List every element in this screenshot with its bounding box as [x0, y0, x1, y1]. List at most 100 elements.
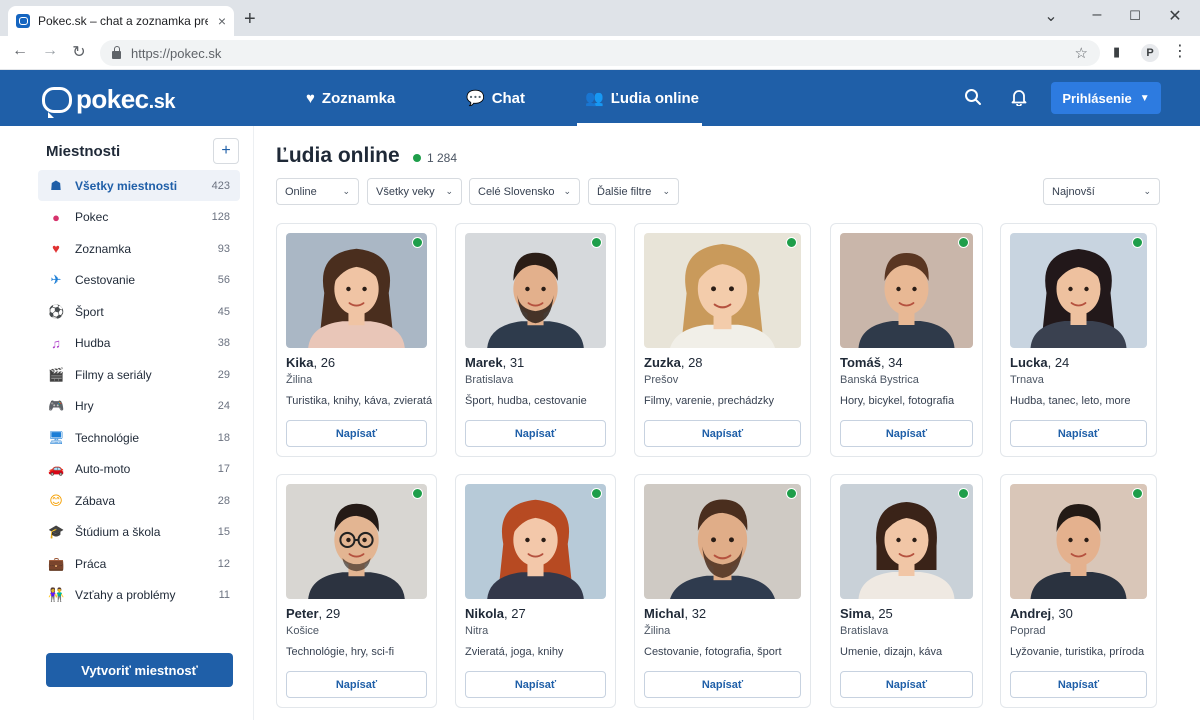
- search-icon[interactable]: [964, 88, 982, 111]
- room-count: 56: [217, 274, 230, 286]
- write-message-button[interactable]: Napísať: [644, 671, 801, 698]
- person-name: Sima: [840, 606, 872, 621]
- reload-icon[interactable]: ↻: [69, 42, 89, 62]
- sidebar-room-item[interactable]: 🎓 Štúdium a škola 15: [38, 517, 240, 548]
- person-age: 29: [325, 606, 341, 621]
- write-message-button[interactable]: Napísať: [465, 420, 606, 447]
- login-button[interactable]: Prihlásenie ▼: [1051, 82, 1161, 114]
- sidebar-room-item[interactable]: 🚗 Auto-moto 17: [38, 454, 240, 485]
- write-message-button[interactable]: Napísať: [286, 671, 427, 698]
- write-message-button[interactable]: Napísať: [1010, 420, 1147, 447]
- person-age: 26: [320, 355, 336, 370]
- profile-photo[interactable]: [644, 233, 801, 348]
- room-count: 128: [211, 211, 230, 223]
- room-label: Štúdium a škola: [75, 525, 161, 539]
- room-label: Šport: [75, 304, 104, 319]
- add-room-button[interactable]: +: [213, 138, 239, 164]
- tab-title: Pokec.sk – chat a zoznamka pre k: [38, 14, 208, 28]
- bell-icon[interactable]: [1010, 88, 1028, 111]
- sidebar-room-item[interactable]: 🎬 Filmy a seriály 29: [38, 359, 240, 390]
- person-interests: Hory, bicykel, fotografia: [840, 395, 955, 407]
- sidebar-room-item[interactable]: 👫 Vzťahy a problémy 11: [38, 580, 240, 611]
- person-card[interactable]: Tomáš, 34 Banská Bystrica Hory, bicykel, f…: [830, 223, 983, 457]
- sort-label: Najnovší: [1052, 185, 1095, 198]
- person-card[interactable]: Kika, 26 Žilina Turistika, knihy, káva, zv…: [276, 223, 437, 457]
- person-name: Andrej: [1010, 606, 1052, 621]
- person-card[interactable]: Nikola, 27 Nitra Zvieratá, joga, knihy Napí…: [455, 474, 616, 708]
- profile-photo[interactable]: [840, 233, 973, 348]
- sidebar-room-item[interactable]: ⚽ Šport 45: [38, 296, 240, 327]
- profile-photo[interactable]: [286, 484, 427, 599]
- online-status-icon: [1132, 237, 1143, 248]
- bookmark-star-icon[interactable]: ☆: [1075, 44, 1088, 62]
- chat-icon: ●: [52, 209, 60, 225]
- write-message-button[interactable]: Napísať: [465, 671, 606, 698]
- profile-photo[interactable]: [1010, 233, 1147, 348]
- forward-arrow-icon[interactable]: →: [40, 42, 60, 60]
- menu-dots-icon[interactable]: ⋮: [1172, 41, 1188, 61]
- tab-search-chevron-icon[interactable]: ⌄: [1041, 6, 1061, 26]
- person-age: 31: [509, 355, 525, 370]
- person-city: Poprad: [1010, 625, 1046, 637]
- sidebar-room-item[interactable]: ♥ Zoznamka 93: [38, 233, 240, 264]
- maximize-icon[interactable]: ☐: [1125, 8, 1145, 24]
- nav-ludia-online[interactable]: 👥 Ľudia online: [585, 70, 699, 126]
- profile-avatar[interactable]: P: [1141, 44, 1159, 62]
- sidebar-room-item[interactable]: 😊 Zábava 28: [38, 485, 240, 516]
- new-tab-button[interactable]: +: [244, 9, 256, 29]
- person-card[interactable]: Michal, 32 Žilina Cestovanie, fotografia, …: [634, 474, 811, 708]
- side-panel-icon[interactable]: ▮: [1113, 44, 1120, 60]
- person-city: Prešov: [644, 374, 679, 386]
- sidebar-room-item[interactable]: ✈ Cestovanie 56: [38, 265, 240, 296]
- nav-chat[interactable]: 💬 Chat: [466, 70, 525, 126]
- minimize-icon[interactable]: –: [1087, 6, 1107, 24]
- profile-photo[interactable]: [644, 484, 801, 599]
- browser-tab-bar: Pokec.sk – chat a zoznamka pre k × + ⌄ –…: [0, 0, 1200, 36]
- person-name-age: Sima, 25: [840, 606, 893, 621]
- write-message-button[interactable]: Napísať: [644, 420, 801, 447]
- profile-photo[interactable]: [465, 484, 606, 599]
- person-interests: Filmy, varenie, prechádzky: [644, 395, 775, 407]
- filter-region[interactable]: Celé Slovensko ⌄: [469, 178, 580, 205]
- sidebar-room-item[interactable]: ● Pokec 128: [38, 202, 240, 233]
- person-card[interactable]: Andrej, 30 Poprad Lyžovanie, turistika, pr…: [1000, 474, 1157, 708]
- sort-select[interactable]: Najnovší ⌄: [1043, 178, 1160, 205]
- close-window-icon[interactable]: ✕: [1165, 6, 1185, 26]
- write-message-button[interactable]: Napísať: [840, 420, 973, 447]
- browser-tab[interactable]: Pokec.sk – chat a zoznamka pre k ×: [8, 6, 234, 36]
- profile-photo[interactable]: [465, 233, 606, 348]
- write-message-button[interactable]: Napísať: [1010, 671, 1147, 698]
- close-tab-icon[interactable]: ×: [218, 13, 226, 29]
- couple-icon: 👫: [48, 587, 65, 602]
- person-interests: Turistika, knihy, káva, zvieratá: [286, 395, 433, 407]
- write-message-button[interactable]: Napísať: [840, 671, 973, 698]
- person-city: Košice: [286, 625, 320, 637]
- nav-zoznamka[interactable]: ♥ Zoznamka: [306, 70, 395, 126]
- sidebar-room-item[interactable]: 🎮 Hry 24: [38, 391, 240, 422]
- person-card[interactable]: Peter, 29 Košice Technológie, hry, sci-fi N…: [276, 474, 437, 708]
- filter-age[interactable]: Všetky veky ⌄: [367, 178, 462, 205]
- sidebar-room-item[interactable]: 💼 Práca 12: [38, 548, 240, 579]
- person-card[interactable]: Zuzka, 28 Prešov Filmy, varenie, prechádzk…: [634, 223, 811, 457]
- filter-region-label: Celé Slovensko: [478, 185, 555, 198]
- person-name-age: Peter, 29: [286, 606, 341, 621]
- back-arrow-icon[interactable]: ←: [10, 42, 30, 60]
- pokec-logo[interactable]: pokec .sk: [42, 84, 175, 118]
- create-room-button[interactable]: Vytvoriť miestnosť: [46, 653, 233, 687]
- sidebar-room-item[interactable]: 🖥 Technológie 18: [38, 422, 240, 453]
- person-card[interactable]: Lucka, 24 Trnava Hudba, tanec, leto, more N…: [1000, 223, 1157, 457]
- profile-photo[interactable]: [840, 484, 973, 599]
- online-count-value: 1 284: [427, 151, 458, 165]
- sidebar-room-item[interactable]: ☗ Všetky miestnosti 423: [38, 170, 240, 201]
- write-message-button[interactable]: Napísať: [286, 420, 427, 447]
- person-card[interactable]: Marek, 31 Bratislava Šport, hudba, cestova…: [455, 223, 616, 457]
- profile-photo[interactable]: [286, 233, 427, 348]
- person-age: 24: [1054, 355, 1070, 370]
- person-age: 34: [888, 355, 903, 370]
- filter-more[interactable]: Ďalšie filtre ⌄: [588, 178, 679, 205]
- filter-status[interactable]: Online ⌄: [276, 178, 359, 205]
- sidebar-room-item[interactable]: ♫ Hudba 38: [38, 328, 240, 359]
- profile-photo[interactable]: [1010, 484, 1147, 599]
- address-bar[interactable]: https://pokec.sk ☆: [100, 40, 1100, 66]
- person-card[interactable]: Sima, 25 Bratislava Umenie, dizajn, káva Na…: [830, 474, 983, 708]
